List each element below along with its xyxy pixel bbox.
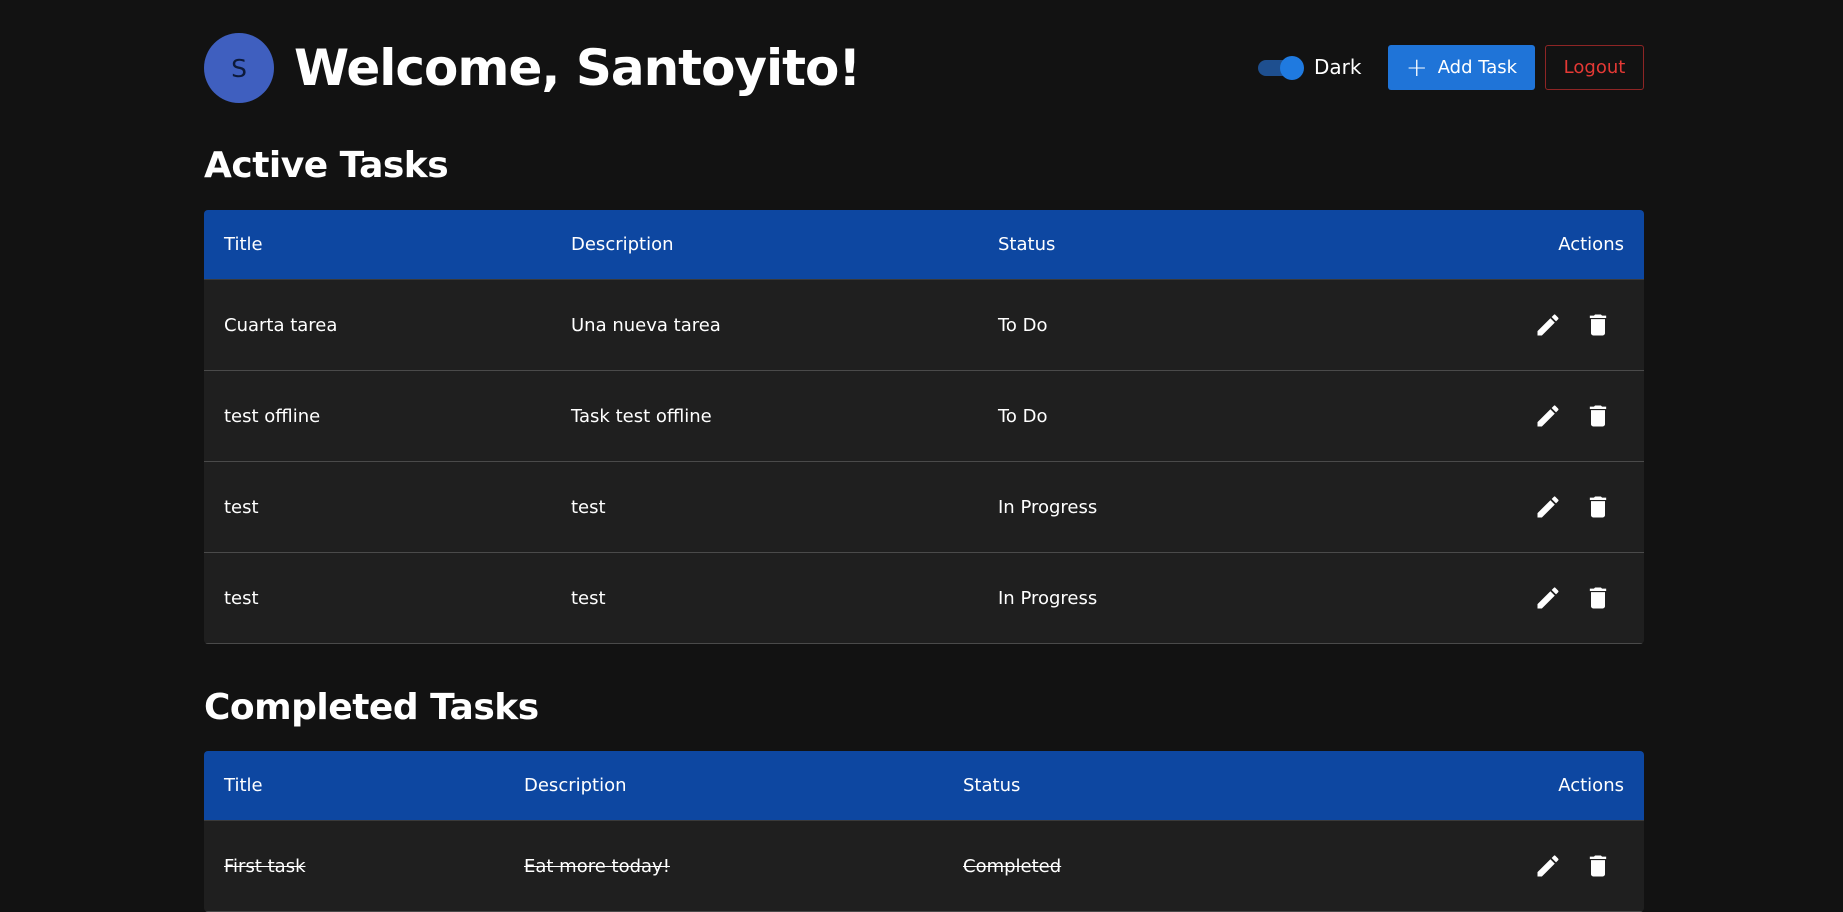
row-actions bbox=[1534, 462, 1634, 552]
header-actions: Actions bbox=[1558, 234, 1624, 255]
cell-description: Task test offline bbox=[571, 405, 712, 427]
header-actions: Actions bbox=[1558, 775, 1624, 796]
add-task-button[interactable]: + Add Task bbox=[1388, 45, 1535, 90]
cell-status: To Do bbox=[998, 405, 1048, 427]
header-title: Title bbox=[224, 234, 263, 255]
header-status: Status bbox=[998, 234, 1056, 255]
table-row: Cuarta tarea Una nueva tarea To Do bbox=[204, 280, 1644, 371]
table-row: test test In Progress bbox=[204, 553, 1644, 644]
row-actions bbox=[1534, 553, 1634, 643]
pencil-icon[interactable] bbox=[1534, 402, 1562, 430]
cell-title: test bbox=[224, 587, 259, 609]
table-row: First task Eat more today! Completed bbox=[204, 821, 1644, 912]
header-description: Description bbox=[524, 775, 627, 796]
trash-icon[interactable] bbox=[1584, 311, 1612, 339]
trash-icon[interactable] bbox=[1584, 584, 1612, 612]
cell-title: test bbox=[224, 496, 259, 518]
cell-description: Una nueva tarea bbox=[571, 314, 721, 336]
theme-toggle[interactable] bbox=[1256, 55, 1306, 80]
cell-title: First task bbox=[224, 855, 306, 877]
row-actions bbox=[1534, 371, 1634, 461]
completed-tasks-title: Completed Tasks bbox=[204, 687, 539, 728]
row-actions bbox=[1534, 280, 1634, 370]
trash-icon[interactable] bbox=[1584, 402, 1612, 430]
trash-icon[interactable] bbox=[1584, 852, 1612, 880]
header-description: Description bbox=[571, 234, 674, 255]
cell-title: test offline bbox=[224, 405, 321, 427]
toggle-thumb bbox=[1280, 56, 1304, 80]
cell-description: Eat more today! bbox=[524, 855, 670, 877]
table-header: Title Description Status Actions bbox=[204, 210, 1644, 280]
header-status: Status bbox=[963, 775, 1021, 796]
theme-label: Dark bbox=[1314, 55, 1362, 79]
logout-button[interactable]: Logout bbox=[1545, 45, 1644, 90]
pencil-icon[interactable] bbox=[1534, 584, 1562, 612]
pencil-icon[interactable] bbox=[1534, 311, 1562, 339]
active-tasks-table: Title Description Status Actions Cuarta … bbox=[204, 210, 1644, 644]
plus-icon: + bbox=[1405, 52, 1428, 83]
header: S Welcome, Santoyito! Dark + Add Task Lo… bbox=[204, 33, 1644, 103]
trash-icon[interactable] bbox=[1584, 493, 1612, 521]
table-row: test test In Progress bbox=[204, 462, 1644, 553]
cell-title: Cuarta tarea bbox=[224, 314, 338, 336]
table-header: Title Description Status Actions bbox=[204, 751, 1644, 821]
pencil-icon[interactable] bbox=[1534, 493, 1562, 521]
row-actions bbox=[1534, 821, 1634, 911]
cell-status: To Do bbox=[998, 314, 1048, 336]
pencil-icon[interactable] bbox=[1534, 852, 1562, 880]
active-tasks-title: Active Tasks bbox=[204, 145, 449, 186]
cell-status: In Progress bbox=[998, 496, 1098, 518]
page-title: Welcome, Santoyito! bbox=[294, 39, 861, 97]
cell-status: Completed bbox=[963, 855, 1062, 877]
cell-description: test bbox=[571, 496, 606, 518]
completed-tasks-table: Title Description Status Actions First t… bbox=[204, 751, 1644, 912]
add-task-label: Add Task bbox=[1437, 57, 1518, 78]
table-row: test offline Task test offline To Do bbox=[204, 371, 1644, 462]
cell-status: In Progress bbox=[998, 587, 1098, 609]
avatar[interactable]: S bbox=[204, 33, 274, 103]
header-title: Title bbox=[224, 775, 263, 796]
cell-description: test bbox=[571, 587, 606, 609]
